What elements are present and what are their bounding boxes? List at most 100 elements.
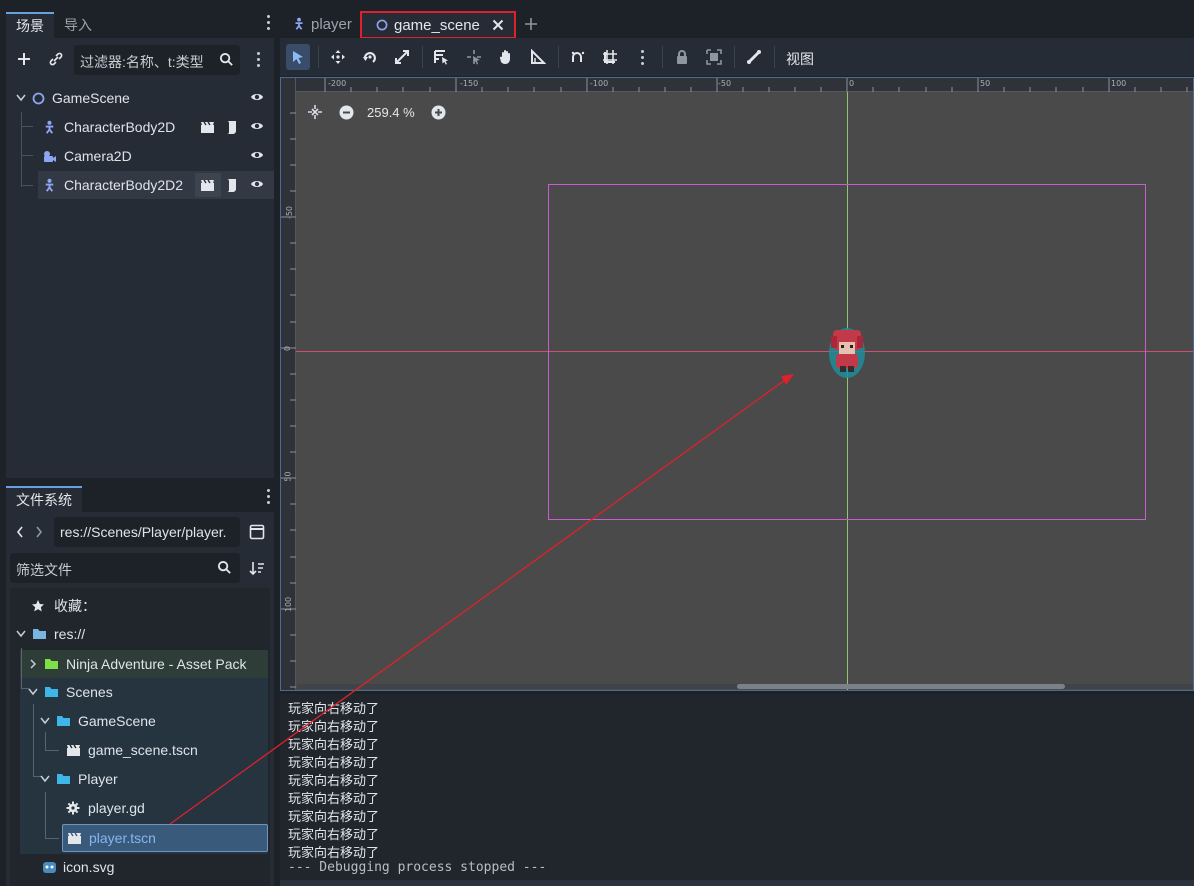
ruler-icon[interactable] <box>527 46 549 68</box>
scene-filter-input[interactable]: 过滤器:名称、t:类型 <box>74 45 240 75</box>
snap-options-icon[interactable] <box>631 46 653 68</box>
fs-item-ninja-adventure[interactable]: Ninja Adventure - Asset Pack <box>28 650 247 678</box>
visibility-eye-icon[interactable] <box>250 91 264 103</box>
rotate-mode-icon[interactable] <box>359 46 381 68</box>
chevron-right-icon[interactable] <box>28 659 38 669</box>
chevron-down-icon[interactable] <box>16 630 26 638</box>
ruler-horizontal: -200 -150 -100 -50 0 50 100 <box>281 78 1193 92</box>
group-icon[interactable] <box>703 46 725 68</box>
script-icon[interactable] <box>225 120 238 135</box>
tree-guide <box>45 750 59 751</box>
console-scrollbar[interactable] <box>280 880 1194 886</box>
toolbar-separator <box>422 46 423 68</box>
pan-hand-icon[interactable] <box>495 46 517 68</box>
split-view-icon[interactable] <box>249 524 265 540</box>
tree-guide <box>33 704 34 776</box>
fs-item-player-gd[interactable]: player.gd <box>66 794 145 822</box>
script-icon[interactable] <box>225 178 238 193</box>
tree-item-camera2d[interactable]: Camera2D <box>6 142 274 170</box>
tab-player[interactable]: player <box>288 10 364 38</box>
scene-options-icon[interactable] <box>252 52 264 72</box>
visibility-eye-icon[interactable] <box>250 120 264 132</box>
horizontal-scrollbar[interactable] <box>737 684 1065 689</box>
characterbody2d-icon <box>42 178 57 193</box>
log-line: 玩家向右移动了 <box>288 738 380 753</box>
zoom-level[interactable]: 259.4 % <box>367 105 415 120</box>
left-dock: 场景 导入 过滤器:名称、t:类型 GameScene CharacterBod… <box>0 0 278 886</box>
fs-item-player-tscn[interactable]: player.tscn <box>62 824 268 852</box>
tree-item-gamescene[interactable]: GameScene <box>6 84 274 112</box>
log-line: 玩家向右移动了 <box>288 756 380 771</box>
lock-icon[interactable] <box>671 46 693 68</box>
instance-scene-icon[interactable] <box>200 121 215 134</box>
fs-item-scenes[interactable]: Scenes <box>28 678 113 706</box>
star-icon <box>30 599 46 613</box>
visibility-eye-icon[interactable] <box>250 178 264 190</box>
move-mode-icon[interactable] <box>327 46 349 68</box>
fs-item-res[interactable]: res:// <box>16 620 85 648</box>
log-line: 玩家向右移动了 <box>288 810 380 825</box>
fs-item-gamescene-folder[interactable]: GameScene <box>40 707 156 735</box>
camera-icon <box>42 150 57 163</box>
tree-item-label: GameScene <box>52 90 130 106</box>
toolbar-separator <box>662 46 663 68</box>
fs-item-game-scene-tscn[interactable]: game_scene.tscn <box>66 736 198 764</box>
fs-item-icon-svg[interactable]: icon.svg <box>42 853 114 881</box>
bone-icon[interactable] <box>743 46 765 68</box>
tab-scene[interactable]: 场景 <box>6 12 54 38</box>
scale-mode-icon[interactable] <box>391 46 413 68</box>
fs-dock-tabs: 文件系统 <box>6 484 82 512</box>
tree-item-characterbody2d2[interactable]: CharacterBody2D2 <box>38 171 274 199</box>
fs-item-player-folder[interactable]: Player <box>40 765 118 793</box>
center-view-icon[interactable] <box>307 104 323 120</box>
grid-snap-icon[interactable] <box>599 46 621 68</box>
pivot-mode-icon[interactable] <box>463 46 485 68</box>
tab-game-scene[interactable]: game_scene <box>360 11 516 39</box>
gear-icon <box>66 801 80 815</box>
filesystem-panel: res://Scenes/Player/player. 筛选文件 收藏： res… <box>6 512 274 886</box>
smart-snap-icon[interactable] <box>567 46 589 68</box>
tab-import[interactable]: 导入 <box>54 12 102 38</box>
fs-dock-menu-icon[interactable] <box>262 489 274 509</box>
toolbar-separator <box>558 46 559 68</box>
select-mode-button[interactable] <box>286 44 310 70</box>
close-icon[interactable] <box>492 19 504 31</box>
scene-dock-menu-icon[interactable] <box>262 15 274 35</box>
visibility-eye-icon[interactable] <box>250 149 264 161</box>
instance-scene-icon[interactable] <box>200 179 215 192</box>
add-node-icon[interactable] <box>16 51 32 67</box>
view-menu-button[interactable]: 视图 <box>786 49 814 69</box>
chevron-down-icon[interactable] <box>28 688 38 696</box>
characterbody2d-icon <box>42 120 57 135</box>
zoom-out-icon[interactable] <box>339 105 354 120</box>
scene-file-icon <box>67 832 82 845</box>
zoom-in-icon[interactable] <box>431 105 446 120</box>
player-sprite[interactable] <box>828 326 866 378</box>
chevron-down-icon[interactable] <box>16 94 26 102</box>
tree-item-label: Camera2D <box>64 148 132 164</box>
ruler-ticks <box>281 112 296 688</box>
toolbar-separator <box>774 46 775 68</box>
fs-item-favorites[interactable]: 收藏： <box>30 592 96 620</box>
godot-logo-icon <box>42 860 57 874</box>
forward-arrow-icon[interactable] <box>35 526 43 538</box>
chevron-down-icon[interactable] <box>40 717 50 725</box>
2d-viewport[interactable]: -200 -150 -100 -50 0 50 100 -50 0 50 100 <box>280 77 1194 691</box>
tab-filesystem[interactable]: 文件系统 <box>6 486 82 512</box>
sort-icon[interactable] <box>249 560 265 576</box>
toolbar-separator <box>734 46 735 68</box>
ruler-vertical: -50 0 50 100 <box>281 78 296 690</box>
tree-item-characterbody2d[interactable]: CharacterBody2D <box>6 113 274 141</box>
selectable-list-icon[interactable] <box>430 46 452 68</box>
chevron-down-icon[interactable] <box>40 775 50 783</box>
tree-guide <box>45 792 46 838</box>
tree-guide <box>21 185 33 186</box>
link-icon[interactable] <box>48 51 64 67</box>
fs-path-field[interactable]: res://Scenes/Player/player. <box>54 517 240 547</box>
search-icon <box>219 52 234 67</box>
add-tab-icon[interactable] <box>523 16 539 32</box>
back-arrow-icon[interactable] <box>16 526 24 538</box>
ruler-ticks <box>324 78 1188 92</box>
fs-filter-input[interactable]: 筛选文件 <box>10 553 240 583</box>
log-line: 玩家向右移动了 <box>288 702 380 717</box>
